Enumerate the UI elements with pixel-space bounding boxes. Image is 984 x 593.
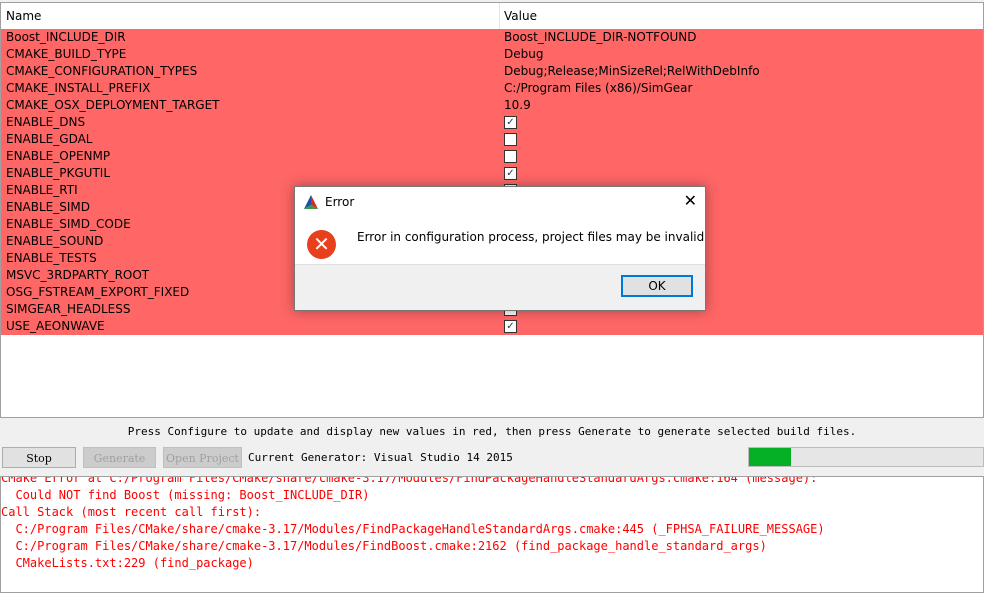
header-value[interactable]: Value	[504, 9, 537, 23]
stop-button[interactable]: Stop	[2, 447, 76, 468]
error-dialog: Error ✕ ✕ Error in configuration process…	[294, 186, 706, 311]
row-name: ENABLE_TESTS	[6, 251, 97, 265]
row-checkbox[interactable]	[504, 133, 517, 146]
log-line: CMakeLists.txt:229 (find_package)	[1, 556, 254, 570]
row-name: ENABLE_RTI	[6, 183, 78, 197]
row-checkbox[interactable]: ✓	[504, 116, 517, 129]
current-generator: Current Generator: Visual Studio 14 2015	[248, 451, 513, 464]
table-row[interactable]: Boost_INCLUDE_DIR Boost_INCLUDE_DIR-NOTFO…	[1, 29, 983, 46]
ok-button[interactable]: OK	[621, 275, 693, 297]
header-name[interactable]: Name	[6, 9, 41, 23]
row-name: ENABLE_SIMD	[6, 200, 91, 214]
table-row[interactable]: CMAKE_INSTALL_PREFIX C:/Program Files (x8…	[1, 80, 983, 97]
log-line: Call Stack (most recent call first):	[1, 505, 262, 519]
row-name: USE_AEONWAVE	[6, 319, 105, 333]
row-checkbox[interactable]: ✓	[504, 167, 517, 180]
row-name: CMAKE_BUILD_TYPE	[6, 47, 127, 61]
row-name: ENABLE_OPENMP	[6, 149, 111, 163]
row-value[interactable]: Boost_INCLUDE_DIR-NOTFOUND	[504, 30, 697, 44]
log-line: Could NOT find Boost (missing: Boost_INC…	[1, 488, 370, 502]
row-value[interactable]: Debug;Release;MinSizeRel;RelWithDebInfo	[504, 64, 760, 78]
row-checkbox[interactable]: ✓	[504, 320, 517, 333]
column-divider[interactable]	[499, 3, 500, 29]
row-name: ENABLE_PKGUTIL	[6, 166, 111, 180]
row-name: SIMGEAR_HEADLESS	[6, 302, 131, 316]
open-project-button[interactable]: Open Project	[163, 447, 242, 468]
row-name: MSVC_3RDPARTY_ROOT	[6, 268, 150, 282]
table-row[interactable]: ENABLE_GDAL	[1, 131, 983, 148]
output-log[interactable]: CMake Error at C:/Program Files/CMake/sh…	[0, 476, 984, 593]
dialog-footer: OK	[295, 264, 705, 310]
close-icon[interactable]: ✕	[684, 191, 697, 210]
progress-fill	[749, 448, 792, 466]
row-value[interactable]: 10.9	[504, 98, 531, 112]
table-row[interactable]: USE_AEONWAVE ✓	[1, 318, 983, 335]
log-line: CMake Error at C:/Program Files/CMake/sh…	[1, 476, 818, 485]
row-name: ENABLE_DNS	[6, 115, 86, 129]
row-value[interactable]: C:/Program Files (x86)/SimGear	[504, 81, 692, 95]
row-checkbox[interactable]	[504, 150, 517, 163]
error-icon: ✕	[307, 230, 336, 259]
row-name: CMAKE_OSX_DEPLOYMENT_TARGET	[6, 98, 220, 112]
dialog-title: Error	[325, 195, 355, 209]
row-name: CMAKE_INSTALL_PREFIX	[6, 81, 151, 95]
log-line: C:/Program Files/CMake/share/cmake-3.17/…	[1, 539, 767, 553]
row-name: Boost_INCLUDE_DIR	[6, 30, 126, 44]
table-header: Name Value	[1, 3, 983, 30]
row-name: ENABLE_SIMD_CODE	[6, 217, 131, 231]
log-line: C:/Program Files/CMake/share/cmake-3.17/…	[1, 522, 825, 536]
table-row[interactable]: ENABLE_OPENMP	[1, 148, 983, 165]
generate-button[interactable]: Generate	[83, 447, 156, 468]
row-name: ENABLE_GDAL	[6, 132, 93, 146]
status-hint: Press Configure to update and display ne…	[127, 425, 857, 438]
table-row[interactable]: ENABLE_DNS ✓	[1, 114, 983, 131]
row-name: CMAKE_CONFIGURATION_TYPES	[6, 64, 198, 78]
row-value[interactable]: Debug	[504, 47, 543, 61]
progress-bar	[748, 447, 984, 467]
table-row[interactable]: ENABLE_PKGUTIL ✓	[1, 165, 983, 182]
cmake-logo-icon	[304, 195, 318, 209]
table-row[interactable]: CMAKE_OSX_DEPLOYMENT_TARGET 10.9	[1, 97, 983, 114]
row-name: ENABLE_SOUND	[6, 234, 104, 248]
row-name: OSG_FSTREAM_EXPORT_FIXED	[6, 285, 190, 299]
table-row[interactable]: CMAKE_BUILD_TYPE Debug	[1, 46, 983, 63]
dialog-message: Error in configuration process, project …	[357, 230, 705, 244]
table-row[interactable]: CMAKE_CONFIGURATION_TYPES Debug;Release;M…	[1, 63, 983, 80]
